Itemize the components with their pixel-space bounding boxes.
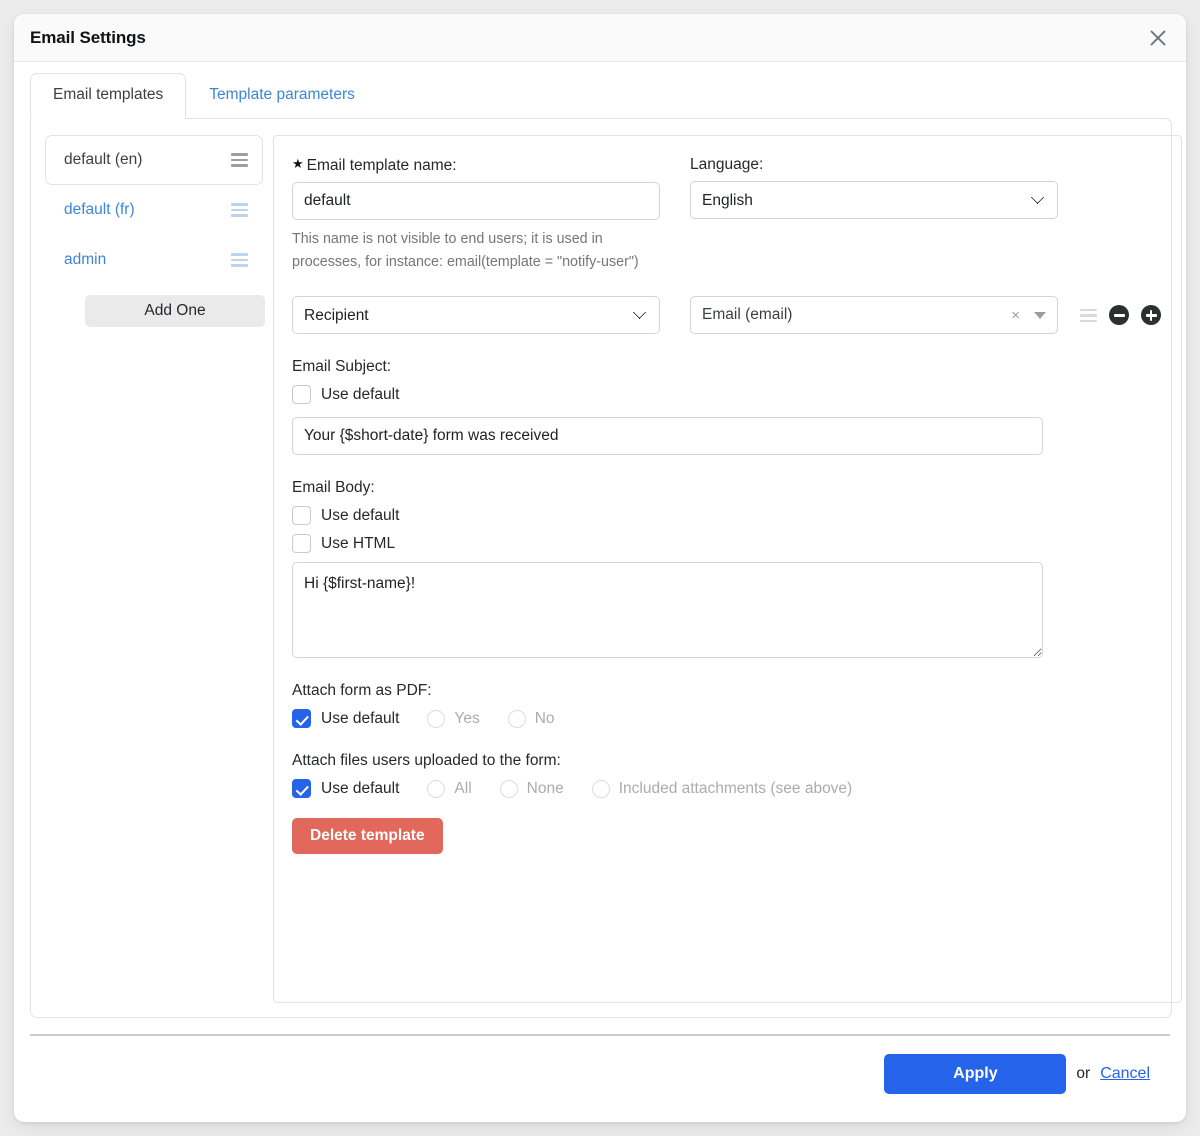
- email-subject-section: Email Subject: Use default: [292, 358, 1161, 456]
- email-body-section: Email Body: Use default Use HTML Hi {$fi…: [292, 479, 1161, 659]
- template-list-item-default-fr[interactable]: default (fr): [45, 185, 263, 235]
- required-star-icon: ★: [292, 156, 304, 171]
- attach-pdf-use-default-checkbox[interactable]: [292, 709, 311, 729]
- attach-files-all-radio[interactable]: [427, 779, 446, 798]
- recipient-row-tools: [1080, 305, 1161, 326]
- tab-panel-email-templates: default (en) default (fr) admin Add One: [30, 118, 1182, 1018]
- tab-bar: Email templates Template parameters: [14, 62, 1186, 119]
- email-subject-input[interactable]: [292, 417, 1043, 456]
- attach-files-included-label: Included attachments (see above): [618, 779, 853, 797]
- attach-files-use-default-label: Use default: [321, 779, 400, 797]
- dialog-footer: Apply or Cancel: [14, 1036, 1186, 1094]
- email-template-name-label: ★ Email template name:: [292, 156, 660, 175]
- delete-template-button[interactable]: Delete template: [292, 818, 443, 855]
- attach-pdf-option-no[interactable]: No: [507, 709, 555, 728]
- attach-pdf-use-default-label: Use default: [321, 709, 400, 727]
- add-recipient-icon[interactable]: [1141, 305, 1161, 326]
- attach-files-options: Use default All None Included attachment…: [292, 779, 1161, 799]
- attach-pdf-label: Attach form as PDF:: [292, 682, 432, 700]
- email-subject-label: Email Subject:: [292, 358, 392, 376]
- tab-template-parameters[interactable]: Template parameters: [186, 73, 378, 119]
- recipient-row: Recipient Email (email) ×: [292, 296, 1161, 335]
- attach-files-option-included[interactable]: Included attachments (see above): [591, 779, 853, 798]
- email-body-use-html-label: Use HTML: [321, 534, 396, 552]
- email-body-use-default-checkbox[interactable]: [292, 506, 311, 526]
- attach-pdf-yes-label: Yes: [454, 709, 480, 727]
- attach-pdf-options: Use default Yes No: [292, 709, 1161, 729]
- template-list-item-label: default (en): [64, 151, 143, 168]
- attach-pdf-use-default-row[interactable]: Use default: [292, 709, 400, 729]
- language-label: Language:: [690, 156, 764, 173]
- attach-files-use-default-row[interactable]: Use default: [292, 779, 400, 799]
- email-template-name-input[interactable]: [292, 182, 660, 220]
- apply-button[interactable]: Apply: [884, 1054, 1067, 1094]
- drag-handle-icon[interactable]: [231, 203, 248, 217]
- attach-files-all-label: All: [454, 779, 472, 797]
- email-body-use-default-label: Use default: [321, 506, 400, 524]
- attach-files-none-label: None: [526, 779, 564, 797]
- email-subject-use-default-label: Use default: [321, 385, 400, 403]
- attach-files-section: Attach files users uploaded to the form:…: [292, 752, 1161, 799]
- email-body-label: Email Body:: [292, 479, 375, 497]
- footer-or-label: or: [1076, 1065, 1091, 1082]
- attach-pdf-option-yes[interactable]: Yes: [427, 709, 480, 728]
- add-one-button[interactable]: Add One: [85, 295, 265, 327]
- tab-email-templates[interactable]: Email templates: [30, 73, 187, 119]
- template-list-item-label: admin: [64, 251, 107, 268]
- template-list-item-label: default (fr): [64, 201, 135, 218]
- template-list-item-admin[interactable]: admin: [45, 235, 263, 285]
- recipient-type-select[interactable]: Recipient: [292, 296, 660, 335]
- email-body-textarea[interactable]: Hi {$first-name}!: [292, 562, 1043, 659]
- attach-pdf-no-label: No: [534, 709, 555, 727]
- drag-handle-icon[interactable]: [231, 153, 248, 167]
- attach-files-label: Attach files users uploaded to the form:: [292, 752, 561, 770]
- attach-files-option-none[interactable]: None: [499, 779, 564, 798]
- attach-pdf-yes-radio[interactable]: [427, 709, 446, 728]
- template-editor-form: ★Email template name: This name is not v…: [273, 135, 1182, 1003]
- dialog-titlebar: Email Settings: [14, 14, 1186, 62]
- remove-recipient-icon[interactable]: [1109, 305, 1129, 326]
- clear-icon[interactable]: ×: [1011, 308, 1020, 323]
- close-icon[interactable]: [1142, 22, 1174, 54]
- email-settings-dialog: Email Settings Email templates Template …: [14, 14, 1186, 1122]
- template-list: default (en) default (fr) admin: [45, 135, 263, 285]
- attach-files-included-radio[interactable]: [591, 779, 610, 798]
- language-select[interactable]: English: [690, 181, 1058, 219]
- email-body-use-default-row[interactable]: Use default: [292, 506, 1161, 526]
- recipient-field-value: Email (email): [702, 306, 793, 324]
- template-list-item-default-en[interactable]: default (en): [45, 135, 263, 185]
- cancel-link[interactable]: Cancel: [1100, 1065, 1150, 1083]
- attach-pdf-no-radio[interactable]: [507, 709, 526, 728]
- drag-handle-icon[interactable]: [1080, 308, 1097, 323]
- email-template-name-help: This name is not visible to end users; i…: [292, 231, 639, 271]
- dialog-title: Email Settings: [30, 27, 146, 47]
- attach-files-none-radio[interactable]: [499, 779, 518, 798]
- tab-template-parameters-label: Template parameters: [209, 86, 355, 104]
- chevron-down-icon[interactable]: [1034, 311, 1046, 319]
- drag-handle-icon[interactable]: [231, 253, 248, 267]
- attach-files-use-default-checkbox[interactable]: [292, 779, 311, 799]
- email-body-use-html-checkbox[interactable]: [292, 534, 311, 554]
- template-sidebar: default (en) default (fr) admin Add One: [45, 135, 273, 1003]
- email-subject-use-default-checkbox[interactable]: [292, 385, 311, 405]
- tab-email-templates-label: Email templates: [53, 86, 164, 104]
- recipient-field-select[interactable]: Email (email) ×: [690, 296, 1058, 335]
- email-subject-use-default-row[interactable]: Use default: [292, 385, 1161, 405]
- attach-files-option-all[interactable]: All: [427, 779, 472, 798]
- attach-pdf-section: Attach form as PDF: Use default Yes No: [292, 682, 1161, 729]
- email-body-use-html-row[interactable]: Use HTML: [292, 534, 1161, 554]
- email-template-name-label-text: Email template name:: [306, 157, 457, 174]
